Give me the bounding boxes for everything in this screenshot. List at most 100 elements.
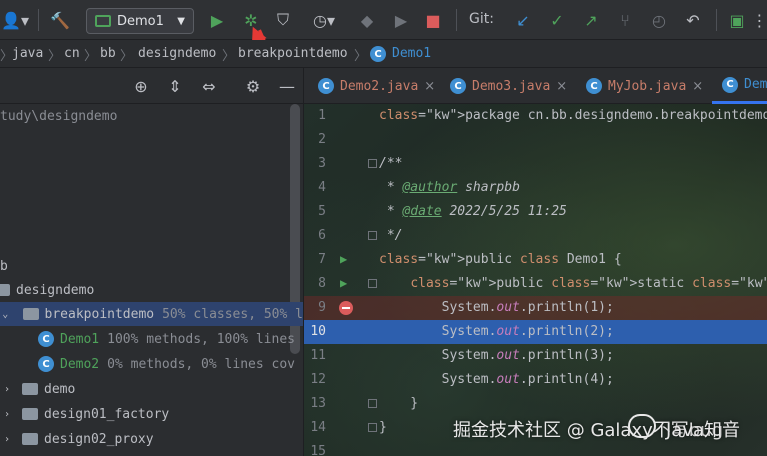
code-line: 7 ▶ class="kw">public class Demo1 { [304, 248, 767, 272]
code-editor[interactable]: 1 class="kw">package cn.bb.designdemo.br… [303, 104, 767, 456]
line-number: 5 [318, 204, 326, 219]
git-history-icon[interactable]: ◴ [648, 8, 670, 32]
breadcrumb-item[interactable]: Demo1 [392, 46, 431, 61]
watermark-brand: Java知音 [666, 420, 741, 441]
line-number: 9 [318, 300, 326, 315]
line-number: 2 [318, 132, 326, 147]
collapse-all-icon[interactable]: ⇔ [198, 74, 220, 98]
code-line: 6 */ [304, 224, 767, 248]
fold-icon[interactable] [368, 279, 377, 288]
build-hammer-icon[interactable]: 🔨 [48, 8, 72, 32]
fold-icon[interactable] [368, 423, 377, 432]
locate-icon[interactable]: ⊕ [130, 74, 152, 98]
chevron-right-icon: › [3, 408, 11, 420]
run-gutter-icon[interactable]: ▶ [340, 252, 347, 266]
class-icon: C [370, 46, 386, 62]
line-number: 6 [318, 228, 326, 243]
run-gutter-icon[interactable]: ▶ [340, 276, 347, 290]
close-icon[interactable]: × [692, 79, 703, 94]
code-line: 1 class="kw">package cn.bb.designdemo.br… [304, 104, 767, 128]
class-icon: C [318, 78, 334, 94]
git-branch-icon[interactable]: ⑂ [614, 8, 636, 32]
code-text: System.out.println(2); [379, 324, 614, 339]
code-line-execution-point: 10 System.out.println(2); [304, 320, 767, 344]
fold-icon[interactable] [368, 159, 377, 168]
tree-item[interactable]: › demo [0, 377, 303, 401]
tree-item[interactable]: designdemo [0, 278, 303, 302]
profile-icon[interactable]: ◷▾ [304, 8, 344, 32]
fold-icon[interactable] [368, 399, 377, 408]
line-number: 12 [310, 372, 326, 387]
code-text: } [379, 396, 419, 411]
tab-demo1[interactable]: C Dem [712, 68, 767, 104]
gear-icon[interactable]: ⚙ [242, 74, 264, 98]
close-icon[interactable]: × [556, 79, 567, 94]
more-icon[interactable]: ⋮ [752, 8, 767, 32]
project-path: tudy\designdemo [0, 104, 303, 128]
tree-item[interactable]: b [0, 254, 303, 278]
git-push-icon[interactable]: ↗ [580, 8, 602, 32]
toolbar-separator [38, 9, 39, 31]
stop-icon[interactable]: ■ [422, 8, 444, 32]
coverage-text: 100% methods, 100% lines [107, 331, 295, 347]
tree-item[interactable]: C Demo2 0% methods, 0% lines cov [0, 352, 303, 376]
line-number: 15 [310, 444, 326, 456]
close-icon[interactable]: × [424, 79, 435, 94]
code-line: 15 [304, 440, 767, 456]
chevron-right-icon: › [3, 433, 11, 445]
run-configuration-select[interactable]: Demo1 ▼ [86, 8, 194, 34]
breadcrumb-item[interactable]: bb [100, 46, 116, 61]
project-panel: ⊕ ⇕ ⇔ ⚙ — tudy\designdemo b designdemo ⌄… [0, 68, 303, 456]
tree-item[interactable]: › design01_factory [0, 402, 303, 426]
chevron-down-icon: ▼ [177, 15, 185, 27]
code-text: * @author sharpbb [379, 180, 520, 195]
tab-demo3[interactable]: C Demo3.java × [440, 68, 567, 104]
code-text: */ [379, 228, 403, 243]
line-number: 4 [318, 180, 326, 195]
user-icon[interactable]: 👤▾ [0, 8, 30, 32]
line-number: 10 [310, 324, 326, 339]
git-update-icon[interactable]: ↙ [512, 8, 534, 32]
code-line-breakpoint: 9 System.out.println(1); [304, 296, 767, 320]
code-line: 4 * @author sharpbb [304, 176, 767, 200]
tree-item-label: Demo1 [60, 331, 100, 347]
tab-demo2[interactable]: C Demo2.java × [308, 68, 435, 104]
line-number: 7 [318, 252, 326, 267]
fold-icon[interactable] [368, 231, 377, 240]
line-number: 8 [318, 276, 326, 291]
folder-icon [0, 284, 10, 296]
tab-label: Demo3.java [472, 78, 551, 94]
breakpoint-icon[interactable] [339, 301, 353, 315]
main-toolbar: 👤▾ 🔨 Demo1 ▼ ▶ ✲ ⛉ ◷▾ ◆ ▶ ■ Git: ↙ ✓ ↗ ⑂… [0, 0, 767, 40]
attach-icon[interactable]: ◆ [356, 8, 378, 32]
breadcrumb-separator: 〉 [222, 49, 236, 64]
breadcrumb-item[interactable]: cn [64, 46, 80, 61]
code-line: 2 [304, 128, 767, 152]
package-icon [22, 408, 38, 420]
tab-myjob[interactable]: C MyJob.java × [576, 68, 703, 104]
package-icon [22, 383, 38, 395]
breadcrumb-item[interactable]: java [12, 46, 43, 61]
expand-all-icon[interactable]: ⇕ [164, 74, 186, 98]
run-icon[interactable]: ▶ [206, 8, 228, 32]
package-icon [22, 308, 39, 320]
tree-item[interactable]: › design02_proxy [0, 427, 303, 451]
code-line: 5 * @date 2022/5/25 11:25 [304, 200, 767, 224]
tree-item[interactable]: ⌄ breakpointdemo 50% classes, 50% l [0, 302, 303, 326]
coverage-icon[interactable]: ⛉ [272, 8, 294, 32]
breadcrumb-separator: 〉 [120, 49, 134, 64]
tree-item[interactable]: C Demo1 100% methods, 100% lines [0, 327, 303, 351]
tree-item-label: demo [44, 381, 76, 397]
breadcrumb-item[interactable]: breakpointdemo [238, 46, 348, 61]
git-commit-icon[interactable]: ✓ [546, 8, 568, 32]
breadcrumb-separator: 〉 [354, 49, 368, 64]
rollback-icon[interactable]: ↶ [682, 8, 704, 32]
monitor-icon[interactable]: ▣ [726, 8, 748, 32]
project-toolbar: ⊕ ⇕ ⇔ ⚙ — [0, 68, 303, 104]
breadcrumb: 〉 java 〉 cn 〉 bb 〉 designdemo 〉 breakpoi… [0, 40, 767, 68]
line-number: 3 [318, 156, 326, 171]
tree-item-label: design02_proxy [44, 431, 154, 447]
resume-icon[interactable]: ▶ [390, 8, 412, 32]
breadcrumb-item[interactable]: designdemo [138, 46, 216, 61]
minimize-icon[interactable]: — [276, 74, 298, 98]
